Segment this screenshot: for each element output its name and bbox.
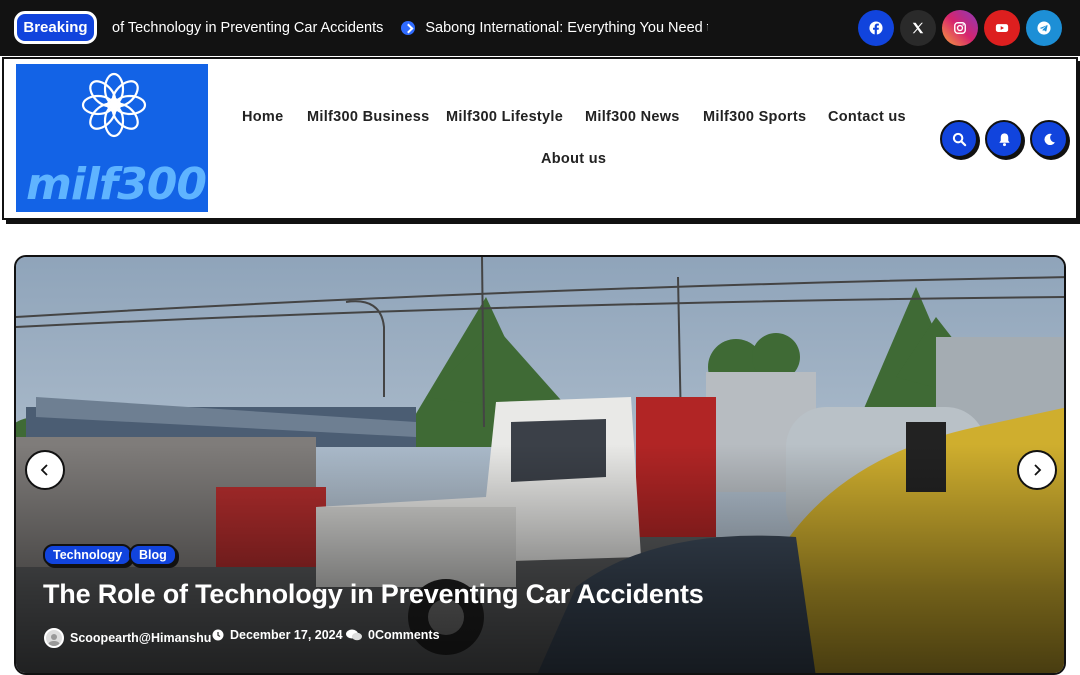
- facebook-icon[interactable]: [858, 10, 894, 46]
- nav-news[interactable]: Milf300 News: [585, 109, 680, 125]
- featured-slider[interactable]: Technology Blog The Role of Technology i…: [14, 255, 1066, 675]
- top-bar: Breaking of Technology in Preventing Car…: [0, 0, 1080, 56]
- clock-icon: [212, 629, 224, 641]
- telegram-icon[interactable]: [1026, 10, 1062, 46]
- date-text: December 17, 2024: [230, 628, 343, 642]
- post-author[interactable]: Scoopearth@Himanshu: [44, 628, 211, 648]
- arrow-right-icon: [401, 21, 416, 35]
- nav-sports[interactable]: Milf300 Sports: [703, 109, 806, 125]
- nav-lifestyle[interactable]: Milf300 Lifestyle: [446, 109, 563, 125]
- post-comments[interactable]: 0Comments: [346, 628, 440, 642]
- avatar: [44, 628, 64, 648]
- chevron-right-icon: [1034, 464, 1042, 476]
- search-button[interactable]: [940, 120, 978, 158]
- nav-business[interactable]: Milf300 Business: [307, 109, 429, 125]
- dark-mode-toggle[interactable]: [1030, 120, 1068, 158]
- ticker-item[interactable]: Sabong International: Everything You Nee…: [425, 0, 708, 56]
- nav-home[interactable]: Home: [242, 109, 284, 125]
- x-twitter-icon[interactable]: [900, 10, 936, 46]
- nav-about[interactable]: About us: [541, 151, 606, 167]
- moon-icon: [1043, 133, 1055, 145]
- site-header: milf300 Home Milf300 Business Milf300 Li…: [2, 57, 1078, 220]
- chevron-left-icon: [40, 464, 48, 476]
- image-overlay: [16, 257, 1064, 673]
- logo-text: milf300: [26, 159, 207, 210]
- search-icon: [952, 132, 966, 146]
- post-date: December 17, 2024: [212, 628, 343, 642]
- nav-contact[interactable]: Contact us: [828, 109, 906, 125]
- news-ticker: of Technology in Preventing Car Accident…: [112, 0, 708, 56]
- ticker-item[interactable]: of Technology in Preventing Car Accident…: [112, 0, 383, 56]
- bell-icon: [998, 132, 1010, 146]
- comments-icon: [346, 629, 362, 641]
- instagram-icon[interactable]: [942, 10, 978, 46]
- notifications-button[interactable]: [985, 120, 1023, 158]
- category-badge[interactable]: Technology: [43, 544, 133, 566]
- post-title[interactable]: The Role of Technology in Preventing Car…: [43, 579, 704, 610]
- author-name[interactable]: Scoopearth@Himanshu: [70, 631, 211, 645]
- youtube-icon[interactable]: [984, 10, 1020, 46]
- category-badge[interactable]: Blog: [129, 544, 177, 566]
- flower-logo-icon: [81, 72, 147, 138]
- breaking-badge: Breaking: [14, 11, 97, 44]
- comments-count[interactable]: 0Comments: [368, 628, 440, 642]
- site-logo[interactable]: milf300: [16, 64, 208, 212]
- slider-next-button[interactable]: [1017, 450, 1057, 490]
- slider-prev-button[interactable]: [25, 450, 65, 490]
